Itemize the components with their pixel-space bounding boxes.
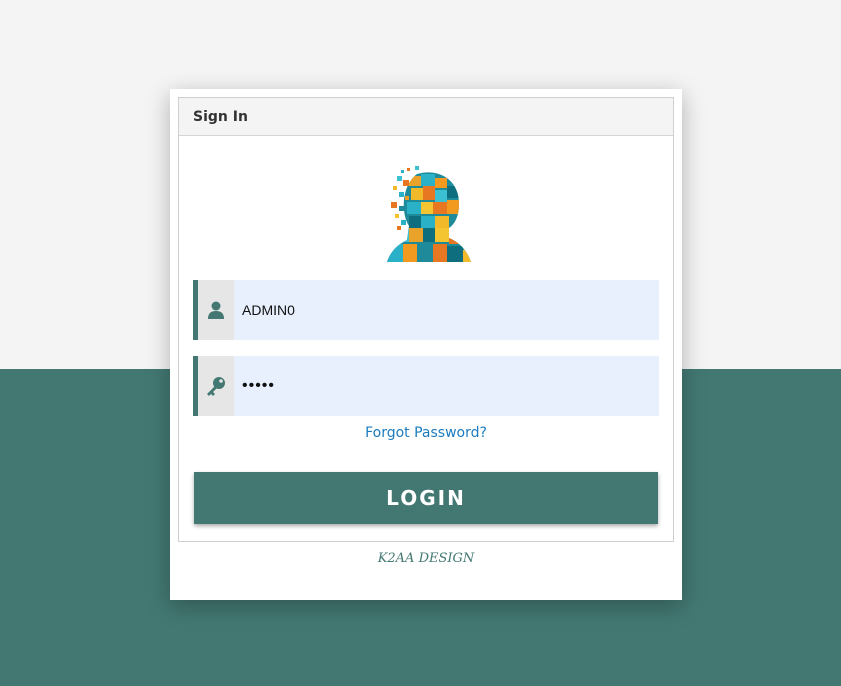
password-input[interactable] [234, 356, 659, 416]
app-logo [387, 166, 471, 262]
password-field [193, 356, 659, 416]
key-icon [198, 356, 234, 416]
username-input[interactable] [234, 280, 659, 340]
panel-title: Sign In [193, 108, 248, 125]
footer-brand: K2AA DESIGN [377, 551, 475, 566]
login-card: Sign In ADMIN0 Forgot Password? LOGIN K2… [170, 89, 682, 600]
forgot-password-link[interactable]: Forgot Password? [179, 425, 673, 441]
user-icon [198, 280, 234, 340]
username-field [193, 280, 659, 340]
login-button[interactable]: LOGIN [194, 472, 658, 524]
sign-in-panel: Sign In ADMIN0 Forgot Password? LOGIN [178, 97, 674, 542]
panel-header: Sign In [179, 98, 673, 136]
